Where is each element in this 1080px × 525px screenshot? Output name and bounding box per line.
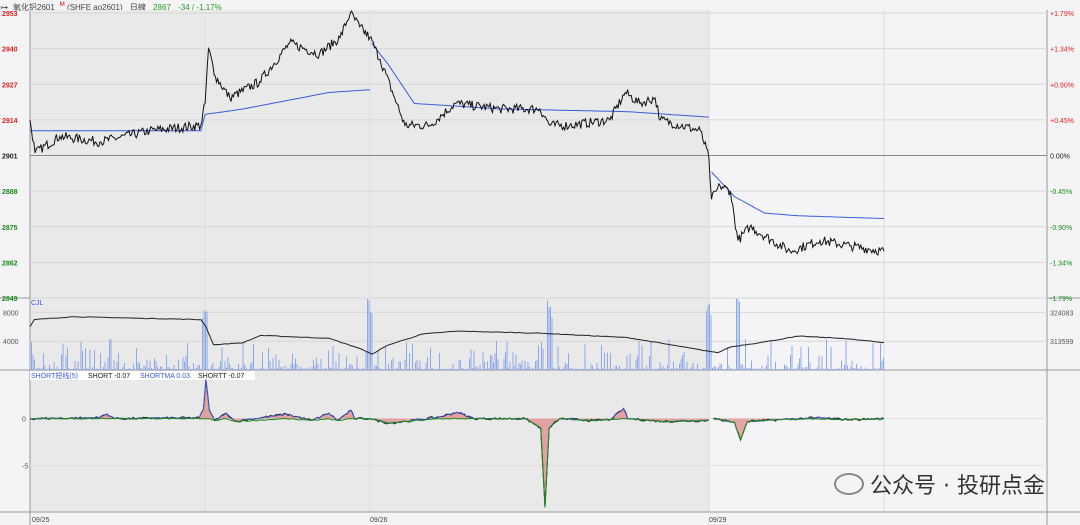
y-tick-left: 2914 [2,118,18,125]
indicator-legend-shortma: SHORTMA 0.03 [140,373,190,380]
y-tick-right: -1.79% [1050,296,1072,303]
y-tick-left: 2862 [2,260,18,267]
y-tick-left: 2875 [2,225,18,232]
y-tick-right: -0.90% [1050,225,1072,232]
date-tick: 09/26 [370,517,388,524]
y-tick-left: 2953 [2,11,18,18]
indicator-tick: 0 [22,417,26,424]
y-tick-right: +1.79% [1050,11,1074,18]
y-tick-right: -1.34% [1050,260,1072,267]
y-tick-left: 2927 [2,82,18,89]
volume-label: CJL [31,300,44,307]
indicator-tick: -5 [22,463,28,470]
y-tick-left: 2888 [2,189,18,196]
volume-tick-left: 4000 [3,339,19,346]
volume-tick-right: 324083 [1050,310,1073,317]
intraday-chart[interactable]: 2953 +1.79% 2940 +1.34% 2927 +0.90% 2914 +0.45%… [0,0,1080,525]
indicator-legend-name: SHORT短线(5) [31,371,78,380]
date-tick: 09/25 [32,517,50,524]
y-tick-right: -0.45% [1050,189,1072,196]
indicator-legend-short: SHORT -0.07 [88,373,130,380]
y-tick-left: 2940 [2,47,18,54]
y-tick-right: 0.00% [1050,154,1070,161]
indicator-legend-shortt: SHORTT -0.07 [198,373,245,380]
watermark: 公众号 · 投研点金 [834,468,1045,500]
y-tick-right: +0.90% [1050,82,1074,89]
y-tick-left: 2901 [2,154,18,161]
wechat-icon [834,473,864,495]
y-tick-right: +0.45% [1050,118,1074,125]
volume-tick-left: 8000 [3,310,19,317]
date-tick: 09/29 [709,517,727,524]
y-tick-right: +1.34% [1050,47,1074,54]
y-tick-left: 2849 [2,296,18,303]
volume-tick-right: 313599 [1050,339,1073,346]
